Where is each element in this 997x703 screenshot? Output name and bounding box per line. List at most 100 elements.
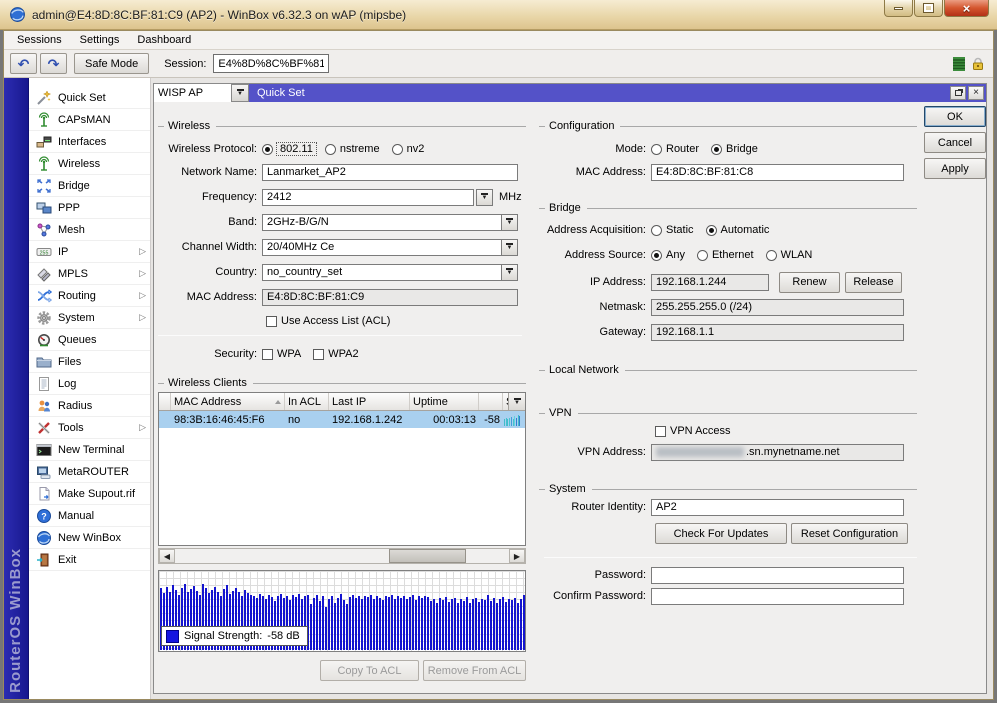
netmask-value[interactable] — [651, 299, 904, 316]
scroll-thumb[interactable] — [389, 549, 466, 563]
column-header-in-acl[interactable]: In ACL — [285, 393, 329, 410]
wpa2-checkbox[interactable] — [313, 349, 324, 360]
radio-bridge-label[interactable]: Bridge — [726, 143, 758, 155]
radio-wlan-label[interactable]: WLAN — [781, 249, 813, 261]
column-header-last-ip[interactable]: Last IP — [329, 393, 410, 410]
quickset-restore-button[interactable] — [950, 86, 966, 100]
sidebar-item-exit[interactable]: Exit — [29, 549, 150, 571]
radio-nstreme[interactable] — [325, 144, 336, 155]
column-header-num[interactable] — [479, 393, 503, 410]
sidebar-item-files[interactable]: Files — [29, 351, 150, 373]
wpa-label[interactable]: WPA — [277, 348, 301, 360]
menu-settings[interactable]: Settings — [71, 31, 129, 49]
sidebar-item-mesh[interactable]: Mesh — [29, 219, 150, 241]
gateway-value[interactable] — [651, 324, 904, 341]
sidebar-item-new-terminal[interactable]: New Terminal — [29, 439, 150, 461]
radio-80211[interactable] — [262, 144, 273, 155]
maximize-button[interactable] — [914, 0, 943, 17]
undo-button[interactable]: ↶ — [10, 53, 37, 74]
radio-any-label[interactable]: Any — [666, 249, 685, 261]
sidebar-item-bridge[interactable]: Bridge — [29, 175, 150, 197]
quickset-titlebar[interactable]: ▼ Quick Set × — [154, 84, 986, 102]
quickset-mode-select[interactable]: ▼ — [154, 84, 249, 102]
sidebar-item-manual[interactable]: ?Manual — [29, 505, 150, 527]
vpn-access-checkbox[interactable] — [655, 426, 666, 437]
sidebar-item-capsman[interactable]: CAPsMAN — [29, 109, 150, 131]
password-input[interactable] — [651, 567, 904, 584]
sidebar-item-mpls[interactable]: MPLS▷ — [29, 263, 150, 285]
scroll-track[interactable] — [175, 549, 509, 563]
radio-any[interactable] — [651, 250, 662, 261]
wpa2-label[interactable]: WPA2 — [328, 348, 358, 360]
radio-bridge[interactable] — [711, 144, 722, 155]
sidebar-item-make-supout-rif[interactable]: Make Supout.rif — [29, 483, 150, 505]
radio-80211-label[interactable]: 802.11 — [277, 143, 316, 155]
radio-nv2-label[interactable]: nv2 — [407, 143, 425, 155]
cancel-button[interactable]: Cancel — [924, 132, 986, 153]
radio-automatic-label[interactable]: Automatic — [721, 224, 770, 236]
ip-address-value[interactable] — [651, 274, 769, 291]
band-input[interactable] — [262, 214, 501, 231]
router-identity-input[interactable] — [651, 499, 904, 516]
close-button[interactable]: × — [944, 0, 989, 17]
table-row[interactable]: 98:3B:16:46:45:F6 no 192.168.1.242 00:03… — [159, 411, 525, 428]
radio-nv2[interactable] — [392, 144, 403, 155]
radio-ethernet[interactable] — [697, 250, 708, 261]
sidebar-item-metarouter[interactable]: MetaROUTER — [29, 461, 150, 483]
apply-button[interactable]: Apply — [924, 158, 986, 179]
release-button[interactable]: Release — [845, 272, 902, 293]
wpa-checkbox[interactable] — [262, 349, 273, 360]
sidebar-item-ip[interactable]: 255IP▷ — [29, 241, 150, 263]
safe-mode-button[interactable]: Safe Mode — [74, 53, 149, 74]
country-dropdown-button[interactable]: ▼ — [501, 264, 518, 281]
sidebar-item-system[interactable]: System▷ — [29, 307, 150, 329]
menu-dashboard[interactable]: Dashboard — [128, 31, 200, 49]
use-acl-checkbox[interactable] — [266, 316, 277, 327]
channel-width-input[interactable] — [262, 239, 501, 256]
os-titlebar[interactable]: admin@E4:8D:8C:BF:81:C9 (AP2) - WinBox v… — [0, 0, 997, 30]
country-input[interactable] — [262, 264, 501, 281]
radio-automatic[interactable] — [706, 225, 717, 236]
column-header-blank[interactable] — [159, 393, 171, 410]
radio-ethernet-label[interactable]: Ethernet — [712, 249, 754, 261]
quickset-mode-value[interactable] — [154, 84, 232, 102]
frequency-dropdown-button[interactable]: ▼ — [476, 189, 493, 206]
sidebar-item-interfaces[interactable]: Interfaces — [29, 131, 150, 153]
column-filter-button[interactable]: ▼ — [508, 393, 525, 410]
sidebar-item-routing[interactable]: Routing▷ — [29, 285, 150, 307]
sidebar-item-new-winbox[interactable]: New WinBox — [29, 527, 150, 549]
band-dropdown-button[interactable]: ▼ — [501, 214, 518, 231]
radio-static-label[interactable]: Static — [666, 224, 694, 236]
wireless-mac-value[interactable] — [262, 289, 518, 306]
table-horizontal-scrollbar[interactable]: ◀ ▶ — [158, 548, 526, 564]
sidebar-item-wireless[interactable]: Wireless — [29, 153, 150, 175]
sidebar-item-queues[interactable]: Queues — [29, 329, 150, 351]
vpn-access-label[interactable]: VPN Access — [670, 425, 731, 437]
use-acl-label[interactable]: Use Access List (ACL) — [281, 315, 390, 327]
column-header-uptime[interactable]: Uptime — [410, 393, 479, 410]
config-mac-input[interactable] — [651, 164, 904, 181]
radio-router-label[interactable]: Router — [666, 143, 699, 155]
redo-button[interactable]: ↷ — [40, 53, 67, 74]
radio-router[interactable] — [651, 144, 662, 155]
column-header-mac[interactable]: MAC Address — [171, 393, 285, 410]
frequency-input[interactable] — [262, 189, 474, 206]
quickset-close-button[interactable]: × — [968, 86, 984, 100]
scroll-left-button[interactable]: ◀ — [159, 549, 175, 563]
radio-nstreme-label[interactable]: nstreme — [340, 143, 380, 155]
ok-button[interactable]: OK — [924, 106, 986, 127]
sidebar-item-ppp[interactable]: PPP — [29, 197, 150, 219]
sidebar-item-radius[interactable]: Radius — [29, 395, 150, 417]
vpn-address-value[interactable]: .sn.mynetname.net — [651, 444, 904, 461]
sidebar-item-quick-set[interactable]: Quick Set — [29, 87, 150, 109]
quickset-mode-dropdown-button[interactable]: ▼ — [232, 84, 249, 102]
reset-configuration-button[interactable]: Reset Configuration — [791, 523, 908, 544]
radio-wlan[interactable] — [766, 250, 777, 261]
renew-button[interactable]: Renew — [779, 272, 840, 293]
minimize-button[interactable] — [884, 0, 913, 17]
confirm-password-input[interactable] — [651, 588, 904, 605]
sidebar-item-log[interactable]: Log — [29, 373, 150, 395]
sidebar-item-tools[interactable]: Tools▷ — [29, 417, 150, 439]
network-name-input[interactable] — [262, 164, 518, 181]
scroll-right-button[interactable]: ▶ — [509, 549, 525, 563]
